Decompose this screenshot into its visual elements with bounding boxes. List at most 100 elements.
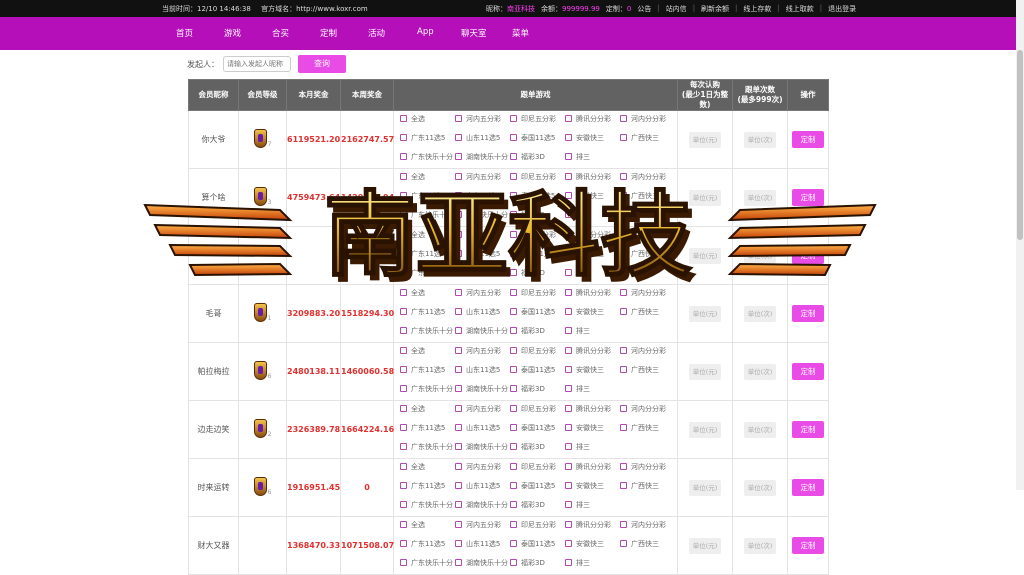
checkbox-icon[interactable] — [510, 192, 517, 199]
checkbox-icon[interactable] — [565, 211, 572, 218]
game-checkbox[interactable]: 安徽快三 — [565, 420, 620, 437]
checkbox-icon[interactable] — [400, 385, 407, 392]
game-checkbox[interactable]: 山东11选5 — [455, 188, 510, 205]
game-checkbox[interactable]: 山东11选5 — [455, 362, 510, 379]
checkbox-icon[interactable] — [455, 115, 462, 122]
nav-home[interactable]: 首页 — [176, 27, 193, 39]
custom-button[interactable]: 定制 — [792, 479, 824, 496]
checkbox-icon[interactable] — [455, 327, 462, 334]
checkbox-icon[interactable] — [455, 385, 462, 392]
amount-input[interactable]: 单位(元) — [689, 131, 721, 148]
game-checkbox[interactable]: 泰国11选5 — [510, 304, 565, 321]
game-checkbox[interactable]: 广东11选5 — [400, 478, 455, 495]
checkbox-icon[interactable] — [455, 211, 462, 218]
checkbox-icon[interactable] — [400, 269, 407, 276]
game-checkbox[interactable]: 排三 — [565, 381, 620, 398]
game-checkbox[interactable]: 湖南快乐十分 — [455, 323, 510, 340]
game-checkbox[interactable]: 广东快乐十分 — [400, 323, 455, 340]
checkbox-icon[interactable] — [620, 347, 627, 354]
game-checkbox[interactable]: 印尼五分彩 — [510, 517, 565, 534]
checkbox-icon[interactable] — [565, 521, 572, 528]
checkbox-icon[interactable] — [510, 289, 517, 296]
checkbox-icon[interactable] — [455, 482, 462, 489]
checkbox-icon[interactable] — [510, 463, 517, 470]
game-checkbox[interactable]: 广东快乐十分 — [400, 265, 455, 282]
game-checkbox[interactable]: 广西快三 — [620, 362, 675, 379]
checkbox-icon[interactable] — [620, 192, 627, 199]
checkbox-icon[interactable] — [400, 134, 407, 141]
game-checkbox[interactable]: 广东快乐十分 — [400, 439, 455, 456]
game-checkbox[interactable]: 印尼五分彩 — [510, 343, 565, 360]
game-checkbox[interactable]: 印尼五分彩 — [510, 111, 565, 128]
game-checkbox[interactable]: 广东11选5 — [400, 420, 455, 437]
checkbox-icon[interactable] — [455, 192, 462, 199]
game-checkbox[interactable]: 广东快乐十分 — [400, 381, 455, 398]
checkbox-icon[interactable] — [400, 250, 407, 257]
link-messages[interactable]: 站内信 — [666, 4, 687, 14]
checkbox-icon[interactable] — [565, 115, 572, 122]
game-checkbox[interactable]: 泰国11选5 — [510, 362, 565, 379]
game-checkbox[interactable]: 印尼五分彩 — [510, 401, 565, 418]
link-logout[interactable]: 退出登录 — [828, 4, 856, 14]
game-checkbox[interactable]: 腾讯分分彩 — [565, 343, 620, 360]
checkbox-icon[interactable] — [400, 327, 407, 334]
checkbox-icon[interactable] — [510, 269, 517, 276]
checkbox-icon[interactable] — [510, 115, 517, 122]
custom-button[interactable]: 定制 — [792, 131, 824, 148]
checkbox-icon[interactable] — [565, 559, 572, 566]
game-checkbox[interactable]: 河内五分彩 — [455, 459, 510, 476]
nav-custom[interactable]: 定制 — [320, 27, 337, 39]
checkbox-icon[interactable] — [455, 231, 462, 238]
game-checkbox[interactable]: 山东11选5 — [455, 420, 510, 437]
game-checkbox[interactable]: 河内五分彩 — [455, 227, 510, 244]
game-checkbox[interactable]: 全选 — [400, 227, 455, 244]
game-checkbox[interactable]: 排三 — [565, 323, 620, 340]
times-input[interactable]: 单位(次) — [744, 189, 776, 206]
link-deposit[interactable]: 线上存款 — [743, 4, 771, 14]
custom-button[interactable]: 定制 — [792, 363, 824, 380]
game-checkbox[interactable]: 广西快三 — [620, 304, 675, 321]
times-input[interactable]: 单位(次) — [744, 537, 776, 554]
game-checkbox[interactable]: 河内分分彩 — [620, 517, 675, 534]
game-checkbox[interactable]: 排三 — [565, 207, 620, 224]
checkbox-icon[interactable] — [565, 443, 572, 450]
times-input[interactable]: 单位(次) — [744, 479, 776, 496]
game-checkbox[interactable]: 山东11选5 — [455, 478, 510, 495]
query-button[interactable]: 查询 — [298, 55, 346, 73]
game-checkbox[interactable]: 广东快乐十分 — [400, 555, 455, 572]
link-announcement[interactable]: 公告 — [637, 4, 651, 14]
game-checkbox[interactable]: 全选 — [400, 111, 455, 128]
checkbox-icon[interactable] — [565, 308, 572, 315]
custom-button[interactable]: 定制 — [792, 305, 824, 322]
checkbox-icon[interactable] — [565, 463, 572, 470]
game-checkbox[interactable]: 腾讯分分彩 — [565, 111, 620, 128]
checkbox-icon[interactable] — [620, 424, 627, 431]
game-checkbox[interactable]: 湖南快乐十分 — [455, 207, 510, 224]
game-checkbox[interactable]: 广东11选5 — [400, 188, 455, 205]
checkbox-icon[interactable] — [510, 211, 517, 218]
game-checkbox[interactable]: 山东11选5 — [455, 246, 510, 263]
game-checkbox[interactable]: 印尼五分彩 — [510, 285, 565, 302]
game-checkbox[interactable]: 河内分分彩 — [620, 227, 675, 244]
checkbox-icon[interactable] — [455, 463, 462, 470]
checkbox-icon[interactable] — [620, 173, 627, 180]
checkbox-icon[interactable] — [455, 173, 462, 180]
game-checkbox[interactable]: 安徽快三 — [565, 188, 620, 205]
game-checkbox[interactable]: 河内五分彩 — [455, 285, 510, 302]
checkbox-icon[interactable] — [565, 366, 572, 373]
checkbox-icon[interactable] — [620, 366, 627, 373]
game-checkbox[interactable]: 广东快乐十分 — [400, 207, 455, 224]
game-checkbox[interactable]: 安徽快三 — [565, 246, 620, 263]
checkbox-icon[interactable] — [620, 289, 627, 296]
checkbox-icon[interactable] — [565, 540, 572, 547]
checkbox-icon[interactable] — [565, 385, 572, 392]
game-checkbox[interactable]: 全选 — [400, 169, 455, 186]
checkbox-icon[interactable] — [400, 482, 407, 489]
checkbox-icon[interactable] — [455, 424, 462, 431]
custom-button[interactable]: 定制 — [792, 247, 824, 264]
amount-input[interactable]: 单位(元) — [689, 421, 721, 438]
checkbox-icon[interactable] — [620, 250, 627, 257]
checkbox-icon[interactable] — [455, 443, 462, 450]
game-checkbox[interactable]: 腾讯分分彩 — [565, 459, 620, 476]
game-checkbox[interactable]: 河内分分彩 — [620, 285, 675, 302]
